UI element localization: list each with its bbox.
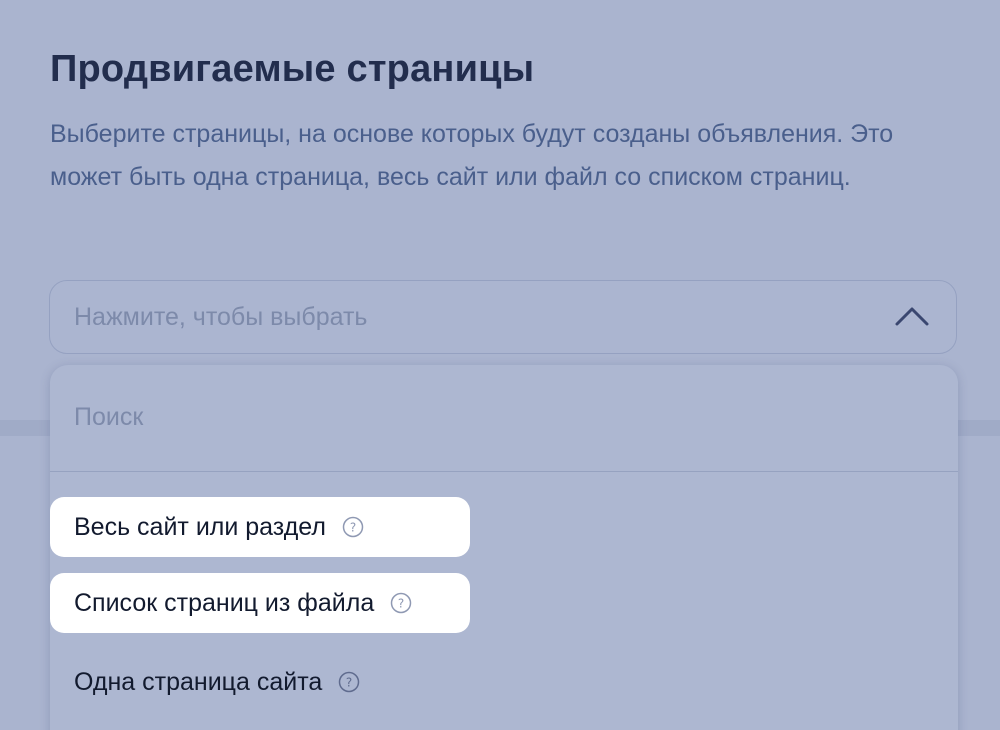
dropdown-panel: Весь сайт или раздел ? Список страниц из… <box>50 365 958 730</box>
option-single-page[interactable]: Одна страница сайта ? <box>50 652 470 712</box>
select-placeholder: Нажмите, чтобы выбрать <box>74 303 368 331</box>
divider <box>50 471 958 472</box>
option-label: Список страниц из файла <box>74 588 375 617</box>
chevron-up-icon[interactable] <box>894 305 930 327</box>
option-label: Одна страница сайта <box>74 667 323 696</box>
help-icon[interactable]: ? <box>338 671 360 693</box>
svg-text:?: ? <box>350 521 356 535</box>
help-icon[interactable]: ? <box>342 516 364 538</box>
svg-text:?: ? <box>346 676 352 690</box>
option-file-list[interactable]: Список страниц из файла ? <box>50 573 470 633</box>
option-whole-site[interactable]: Весь сайт или раздел ? <box>50 497 470 557</box>
option-label: Весь сайт или раздел <box>74 512 326 541</box>
svg-text:?: ? <box>398 597 404 611</box>
page-title: Продвигаемые страницы <box>50 48 535 90</box>
search-input[interactable] <box>74 403 934 432</box>
help-icon[interactable]: ? <box>390 592 412 614</box>
pages-select[interactable]: Нажмите, чтобы выбрать <box>49 280 957 354</box>
page-description: Выберите страницы, на основе которых буд… <box>50 120 894 191</box>
